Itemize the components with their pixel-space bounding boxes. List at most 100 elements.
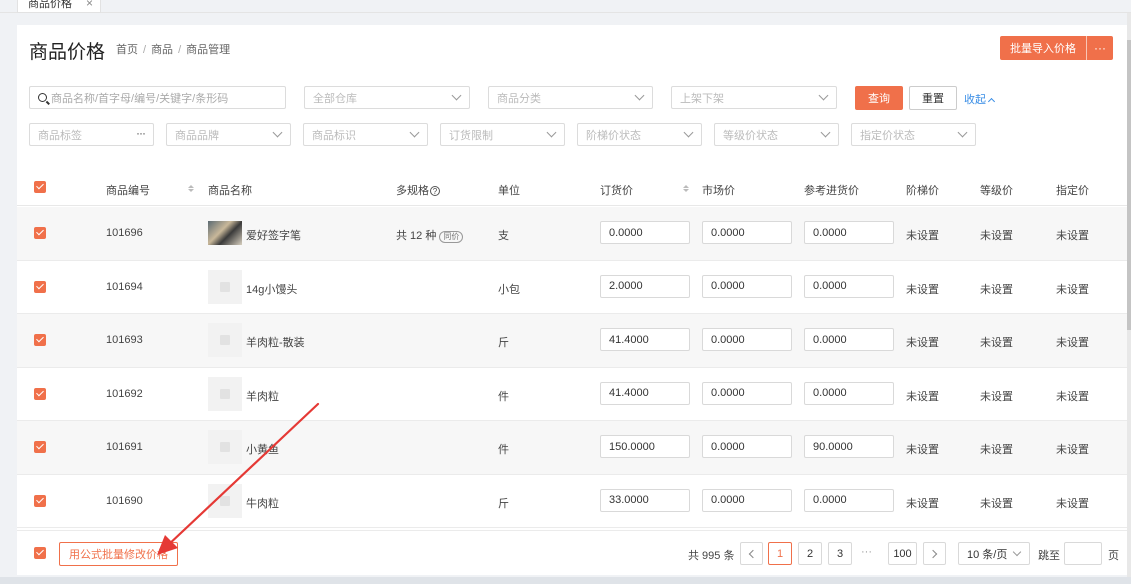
tier-price-status-select[interactable]: 阶梯价状态 xyxy=(577,123,702,146)
order-price-input[interactable]: 150.0000 xyxy=(600,435,690,458)
chevron-down-icon xyxy=(820,127,831,138)
assigned-price-status-select[interactable]: 指定价状态 xyxy=(851,123,976,146)
assigned-price-status[interactable]: 未设置 xyxy=(1056,334,1089,350)
market-price-input[interactable]: 0.0000 xyxy=(702,488,792,512)
market-price-input[interactable]: 0.0000 xyxy=(702,221,792,244)
product-mark-select[interactable]: 商品标识 xyxy=(303,123,428,146)
order-price-input[interactable]: 33.0000 xyxy=(600,488,690,512)
product-thumbnail[interactable] xyxy=(208,483,242,518)
page-size-select[interactable]: 10 条/页 xyxy=(958,542,1030,565)
assigned-price-status[interactable]: 未设置 xyxy=(1056,495,1089,511)
row-checkbox[interactable] xyxy=(34,441,46,453)
order-limit-select[interactable]: 订货限制 xyxy=(440,123,565,146)
row-spec[interactable]: 共 12 种同价 xyxy=(396,227,464,243)
warehouse-select[interactable]: 全部仓库 xyxy=(304,86,470,109)
shelf-status-select[interactable]: 上架下架 xyxy=(671,86,837,109)
tier-price-status[interactable]: 未设置 xyxy=(906,281,939,297)
page-1[interactable]: 1 xyxy=(768,542,792,565)
row-name[interactable]: 爱好签字笔 xyxy=(246,227,301,243)
grade-price-status[interactable]: 未设置 xyxy=(980,495,1013,511)
tier-price-status[interactable]: 未设置 xyxy=(906,227,939,243)
chevron-down-icon xyxy=(634,90,645,101)
search-input[interactable]: 商品名称/首字母/编号/关键字/条形码 xyxy=(29,86,286,109)
scrollbar-thumb[interactable] xyxy=(1127,40,1131,330)
row-name[interactable]: 小黄鱼 xyxy=(246,441,279,457)
row-checkbox[interactable] xyxy=(34,334,46,346)
footer-select-all-checkbox[interactable] xyxy=(34,547,46,559)
brand-select[interactable]: 商品品牌 xyxy=(166,123,291,146)
market-price-input[interactable]: 0.0000 xyxy=(702,328,792,351)
row-checkbox[interactable] xyxy=(34,227,46,239)
order-price-input[interactable]: 2.0000 xyxy=(600,274,690,298)
select-all-checkbox[interactable] xyxy=(34,181,46,193)
table-row: 101694 14g小馒头 小包 2.0000 0.0000 0.0000 未设置 未设置 未设… xyxy=(17,261,1127,314)
row-name[interactable]: 14g小馒头 xyxy=(246,281,297,297)
breadcrumb-home[interactable]: 首页 xyxy=(116,44,138,56)
order-price-input[interactable]: 0.0000 xyxy=(600,221,690,244)
row-name[interactable]: 牛肉粒 xyxy=(246,495,279,511)
assigned-price-status[interactable]: 未设置 xyxy=(1056,441,1089,457)
assigned-price-status[interactable]: 未设置 xyxy=(1056,281,1089,297)
grade-price-status[interactable]: 未设置 xyxy=(980,227,1013,243)
import-price-button[interactable]: 批量导入价格 xyxy=(1000,36,1086,60)
page-ellipsis[interactable]: ··· xyxy=(861,546,872,558)
row-name[interactable]: 羊肉粒 xyxy=(246,388,279,404)
assigned-price-status[interactable]: 未设置 xyxy=(1056,388,1089,404)
ref-price-input[interactable]: 0.0000 xyxy=(804,221,894,244)
page-100[interactable]: 100 xyxy=(888,542,917,565)
grade-price-status[interactable]: 未设置 xyxy=(980,388,1013,404)
reset-button[interactable]: 重置 xyxy=(909,86,957,110)
prev-page-button[interactable] xyxy=(740,542,763,565)
product-thumbnail[interactable] xyxy=(208,376,242,411)
market-price-input[interactable]: 0.0000 xyxy=(702,274,792,298)
assigned-price-status[interactable]: 未设置 xyxy=(1056,227,1089,243)
col-name: 商品名称 xyxy=(208,185,252,197)
row-checkbox[interactable] xyxy=(34,494,46,507)
ref-price-input[interactable]: 90.0000 xyxy=(804,435,894,458)
help-icon[interactable]: ? xyxy=(430,186,440,196)
grade-price-status[interactable]: 未设置 xyxy=(980,281,1013,297)
tier-price-status[interactable]: 未设置 xyxy=(906,441,939,457)
row-checkbox[interactable] xyxy=(34,280,46,293)
ref-price-input[interactable]: 0.0000 xyxy=(804,488,894,512)
more-actions-button[interactable]: ··· xyxy=(1086,36,1113,60)
product-thumbnail[interactable] xyxy=(208,430,242,464)
product-thumbnail[interactable] xyxy=(208,221,242,245)
order-price-input[interactable]: 41.4000 xyxy=(600,328,690,351)
row-checkbox[interactable] xyxy=(34,387,46,400)
market-price-input[interactable]: 0.0000 xyxy=(702,435,792,458)
page-3[interactable]: 3 xyxy=(828,542,852,565)
ref-price-input[interactable]: 0.0000 xyxy=(804,328,894,351)
close-icon[interactable]: × xyxy=(86,0,93,10)
jump-label: 跳至 xyxy=(1038,550,1060,562)
grade-price-status[interactable]: 未设置 xyxy=(980,334,1013,350)
page-2[interactable]: 2 xyxy=(798,542,822,565)
tab-product-price[interactable]: 商品价格 × xyxy=(17,0,101,13)
tier-price-status[interactable]: 未设置 xyxy=(906,388,939,404)
jump-page-input[interactable] xyxy=(1064,542,1102,565)
tier-price-status[interactable]: 未设置 xyxy=(906,334,939,350)
next-page-button[interactable] xyxy=(923,542,946,565)
table-row: 101690 牛肉粒 斤 33.0000 0.0000 0.0000 未设置 未设置 未设置 xyxy=(17,475,1127,528)
grade-price-status-select[interactable]: 等级价状态 xyxy=(714,123,839,146)
row-name[interactable]: 羊肉粒-散装 xyxy=(246,334,305,350)
ref-price-input[interactable]: 0.0000 xyxy=(804,274,894,298)
collapse-filters-link[interactable]: 收起 xyxy=(964,91,996,107)
query-button[interactable]: 查询 xyxy=(855,86,903,110)
row-unit: 斤 xyxy=(498,497,509,510)
collapse-label: 收起 xyxy=(964,94,986,106)
grade-price-status[interactable]: 未设置 xyxy=(980,441,1013,457)
ref-price-input[interactable]: 0.0000 xyxy=(804,381,894,405)
chevron-down-icon xyxy=(683,127,694,138)
row-code: 101694 xyxy=(106,280,143,293)
order-price-input[interactable]: 41.4000 xyxy=(600,381,690,405)
market-price-input[interactable]: 0.0000 xyxy=(702,381,792,405)
breadcrumb-product[interactable]: 商品 xyxy=(151,44,173,56)
product-tag-select[interactable]: 商品标签 ··· xyxy=(29,123,154,146)
tier-price-status[interactable]: 未设置 xyxy=(906,495,939,511)
formula-batch-edit-button[interactable]: 用公式批量修改价格 xyxy=(59,542,178,566)
product-thumbnail[interactable] xyxy=(208,323,242,357)
product-thumbnail[interactable] xyxy=(208,269,242,304)
row-unit: 支 xyxy=(498,230,509,242)
category-select[interactable]: 商品分类 xyxy=(488,86,653,109)
